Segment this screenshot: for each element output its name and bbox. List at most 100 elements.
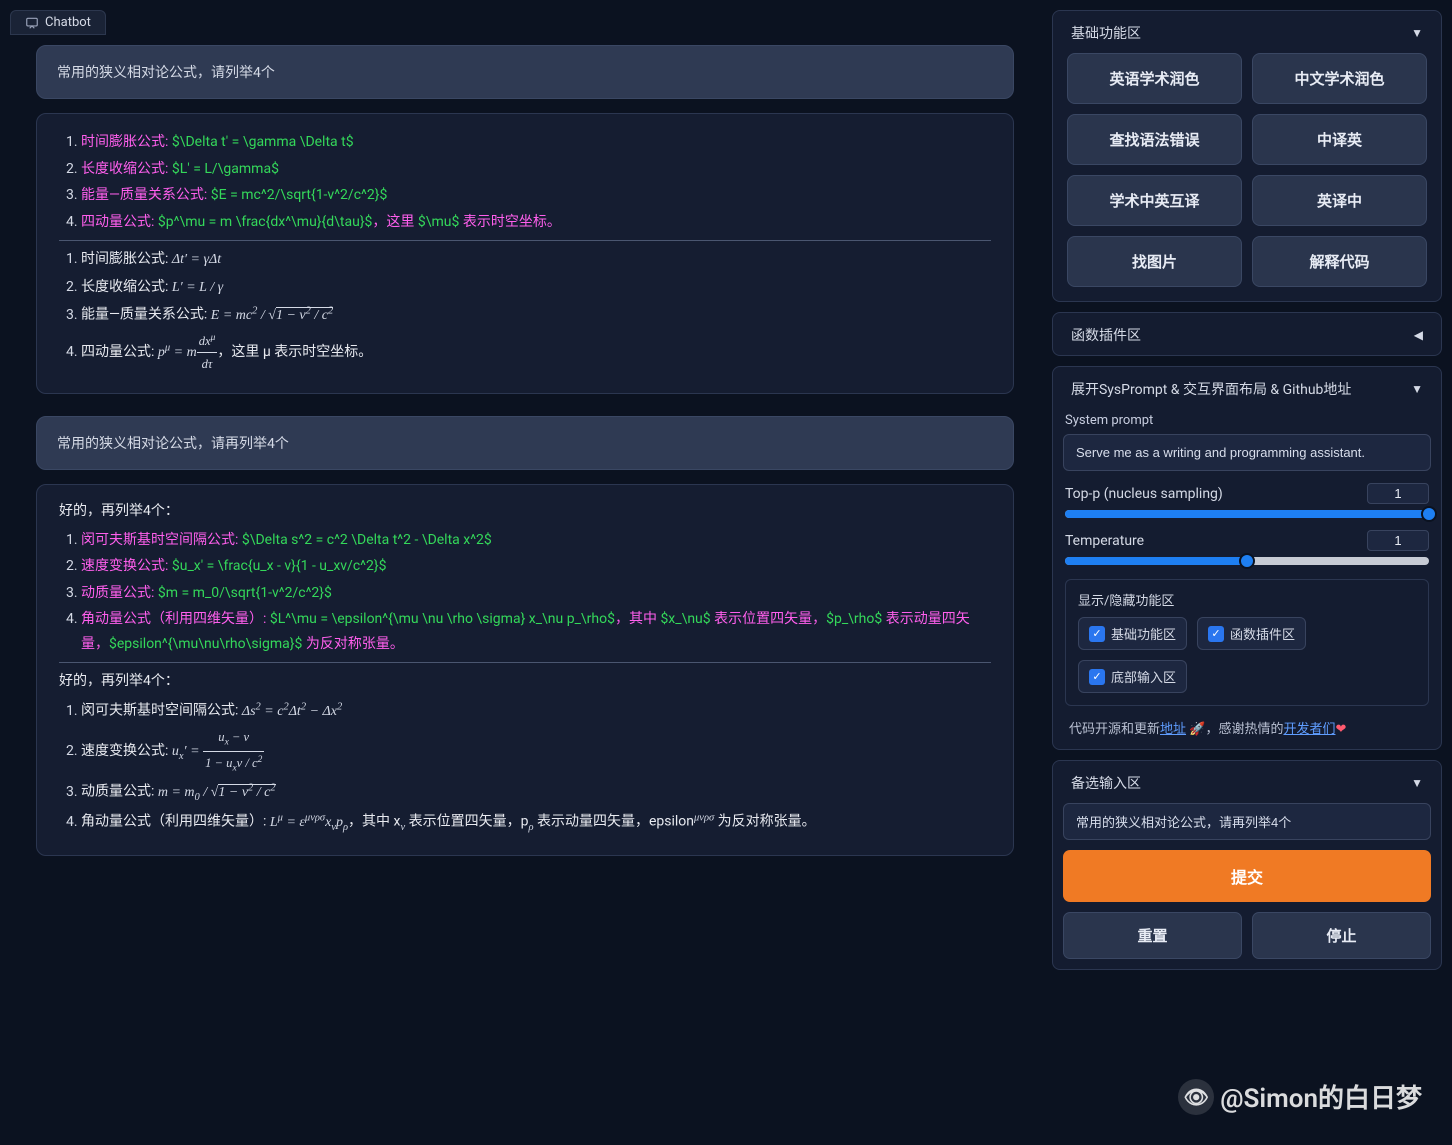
text: ，这里 μ 表示时空坐标。	[217, 344, 372, 360]
chk-label: 底部输入区	[1111, 667, 1176, 686]
formula-label: 能量—质量关系公式:	[81, 187, 211, 203]
footer-note: 代码开源和更新地址 🚀，感谢热情的开发者们❤	[1063, 716, 1431, 739]
system-prompt-label: System prompt	[1065, 413, 1429, 428]
formula-label: 速度变换公式:	[81, 743, 172, 759]
fn-en-to-cn-button[interactable]: 英译中	[1252, 175, 1427, 226]
card-title: 展开SysPrompt & 交互界面布局 & Github地址	[1071, 379, 1351, 399]
card-title: 基础功能区	[1071, 23, 1141, 43]
alt-input-card: 备选输入区 ▼ 提交 重置 停止	[1052, 760, 1442, 970]
formula-rendered: Lμ = εμνρσxνpρ	[270, 815, 348, 830]
chk-basic-area[interactable]: ✓基础功能区	[1078, 617, 1187, 650]
formula-latex: $x_\nu$	[660, 611, 710, 627]
formula-label: 四动量公式:	[81, 344, 158, 360]
stop-button[interactable]: 停止	[1252, 912, 1431, 959]
formula-latex: $p^\mu = m \frac{dx^\mu}{d\tau}$	[158, 214, 373, 230]
sysprompt-card: 展开SysPrompt & 交互界面布局 & Github地址 ▼ System…	[1052, 366, 1442, 750]
bot-preline: 好的，再列举4个：	[59, 669, 991, 694]
formula-latex: $E = mc^2/\sqrt{1-v^2/c^2}$	[211, 187, 388, 203]
chk-label: 基础功能区	[1111, 624, 1176, 643]
user-message-text: 常用的狭义相对论公式，请列举4个	[57, 65, 275, 81]
alt-input-field[interactable]	[1063, 803, 1431, 840]
chk-bottom-input[interactable]: ✓ 底部输入区	[1078, 660, 1187, 693]
card-title: 备选输入区	[1071, 773, 1141, 793]
check-icon: ✓	[1208, 626, 1224, 642]
heart-icon: ❤	[1335, 722, 1346, 737]
formula-label: 动质量公式:	[81, 784, 158, 800]
fn-cn-to-en-button[interactable]: 中译英	[1252, 114, 1427, 165]
fn-academic-translate-button[interactable]: 学术中英互译	[1067, 175, 1242, 226]
visibility-group: 显示/隐藏功能区 ✓基础功能区 ✓ 函数插件区 ✓ 底部输入区	[1065, 579, 1429, 706]
formula-label: 长度收缩公式:	[81, 279, 172, 295]
watermark-text: @Simon的白日梦	[1220, 1078, 1422, 1115]
text: 为反对称张量。	[714, 814, 815, 830]
formula-latex: $m = m_0/\sqrt{1-v^2/c^2}$	[158, 585, 332, 601]
plugins-card: 函数插件区 ◀	[1052, 312, 1442, 356]
formula-label: 四动量公式:	[81, 214, 158, 230]
formula-latex: $u_x' = \frac{u_x - v}{1 - u_xv/c^2}$	[172, 558, 387, 574]
formula-rendered: Δs2 = c2Δt2 − Δx2	[242, 704, 342, 719]
submit-button[interactable]: 提交	[1063, 850, 1431, 902]
user-message: 常用的狭义相对论公式，请列举4个	[36, 45, 1014, 99]
tab-label: Chatbot	[45, 15, 91, 30]
formula-latex: $p_\rho$	[826, 611, 882, 627]
chevron-down-icon: ▼	[1411, 776, 1423, 790]
topp-label: Top-p (nucleus sampling)	[1065, 486, 1223, 502]
sysprompt-header[interactable]: 展开SysPrompt & 交互界面布局 & Github地址 ▼	[1063, 375, 1431, 409]
fn-grammar-check-button[interactable]: 查找语法错误	[1067, 114, 1242, 165]
topp-slider[interactable]	[1065, 510, 1429, 518]
reset-button[interactable]: 重置	[1063, 912, 1242, 959]
basic-functions-card: 基础功能区 ▼ 英语学术润色 中文学术润色 查找语法错误 中译英 学术中英互译 …	[1052, 10, 1442, 302]
fn-chinese-polish-button[interactable]: 中文学术润色	[1252, 53, 1427, 104]
bot-message: 时间膨胀公式: $\Delta t' = \gamma \Delta t$ 长度…	[36, 113, 1014, 394]
bot-message: 好的，再列举4个： 闵可夫斯基时空间隔公式: $\Delta s^2 = c^2…	[36, 484, 1014, 856]
watermark: 👁 @Simon的白日梦	[1178, 1078, 1422, 1115]
note-text: 代码开源和更新	[1069, 722, 1160, 737]
temperature-value-input[interactable]	[1367, 530, 1429, 551]
check-icon: ✓	[1089, 669, 1105, 685]
tab-chatbot[interactable]: Chatbot	[10, 10, 106, 35]
card-title: 函数插件区	[1071, 325, 1141, 345]
rocket-icon: 🚀	[1189, 722, 1205, 737]
formula-latex: $\Delta s^2 = c^2 \Delta t^2 - \Delta x^…	[242, 532, 492, 548]
fn-explain-code-button[interactable]: 解释代码	[1252, 236, 1427, 287]
formula-label: 闵可夫斯基时空间隔公式:	[81, 532, 242, 548]
text: ，其中	[615, 611, 660, 627]
chevron-down-icon: ▼	[1411, 382, 1423, 396]
formula-rendered: ux′ = ux − v1 − uxv / c2	[172, 744, 264, 759]
temperature-slider[interactable]	[1065, 557, 1429, 565]
chk-plugin-area[interactable]: ✓ 函数插件区	[1197, 617, 1306, 650]
formula-latex: $\mu$	[418, 214, 459, 230]
formula-latex: $epsilon^{\mu\nu\rho\sigma}$	[109, 636, 302, 652]
formula-label: 速度变换公式:	[81, 558, 172, 574]
visibility-title: 显示/隐藏功能区	[1078, 590, 1416, 609]
fn-english-polish-button[interactable]: 英语学术润色	[1067, 53, 1242, 104]
topp-value-input[interactable]	[1367, 483, 1429, 504]
formula-rendered: m = m0 / √1 − v2 / c2	[158, 785, 276, 800]
chevron-down-icon: ▼	[1411, 26, 1423, 40]
text: ，这里	[372, 214, 417, 230]
formula-rendered: μνρσ	[694, 815, 714, 830]
text: 表示动量四矢量，epsilon	[534, 814, 695, 830]
formula-label: 闵可夫斯基时空间隔公式:	[81, 703, 242, 719]
formula-label: 长度收缩公式:	[81, 161, 172, 177]
weibo-icon: 👁	[1178, 1079, 1214, 1115]
text: 表示位置四矢量，p	[405, 814, 528, 830]
note-text: ，感谢热情的	[1205, 722, 1283, 737]
formula-rendered: Δt′ = γΔt	[172, 252, 221, 267]
text: 为反对称张量。	[302, 636, 403, 652]
basic-functions-header[interactable]: 基础功能区 ▼	[1063, 19, 1431, 53]
github-link[interactable]: 地址	[1160, 722, 1186, 737]
fn-find-image-button[interactable]: 找图片	[1067, 236, 1242, 287]
system-prompt-input[interactable]	[1063, 434, 1431, 471]
formula-label: 动质量公式:	[81, 585, 158, 601]
text: 表示时空坐标。	[459, 214, 560, 230]
chk-label: 函数插件区	[1230, 624, 1295, 643]
developers-link[interactable]: 开发者们	[1283, 722, 1335, 737]
formula-rendered: E = mc2 / √1 − v2 / c2	[211, 308, 333, 323]
formula-rendered: L′ = L / γ	[172, 280, 223, 295]
plugins-header[interactable]: 函数插件区 ◀	[1063, 321, 1431, 349]
formula-latex: $\Delta t' = \gamma \Delta t$	[172, 134, 354, 150]
formula-rendered: pμ = mdxμdτ	[158, 345, 217, 360]
alt-input-header[interactable]: 备选输入区 ▼	[1063, 769, 1431, 803]
temperature-label: Temperature	[1065, 533, 1144, 549]
